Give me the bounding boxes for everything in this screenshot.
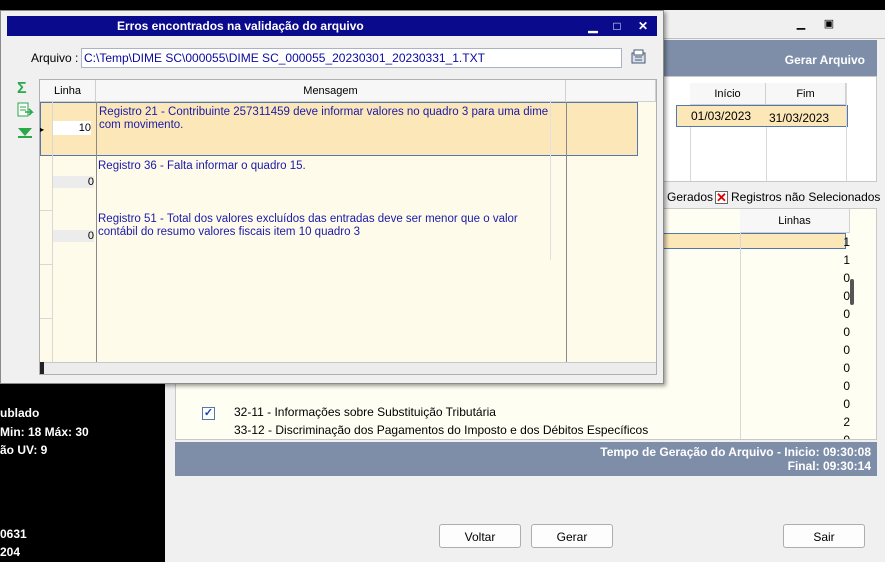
record-line-count: 0 (843, 307, 850, 321)
console-line-2: Min: 18 Máx: 30 (0, 425, 89, 439)
record-line-count: 1 (843, 235, 850, 249)
col-header-inicio[interactable]: Início (690, 83, 766, 105)
record-line-count: 2 (843, 415, 850, 429)
error-row-3[interactable]: 0 Registro 51 - Total dos valores excluí… (40, 210, 638, 264)
open-file-icon[interactable] (630, 48, 648, 66)
col-header-linhas[interactable]: Linhas (740, 209, 850, 233)
record-line-count: 0 (843, 325, 850, 339)
record-line-count: 0 (843, 379, 850, 393)
sum-icon[interactable]: Σ (17, 81, 27, 97)
errors-grid[interactable]: Linha Mensagem 10 Registro 21 - Contribu… (39, 79, 657, 375)
file-label: Arquivo : (31, 51, 79, 65)
period-fim: 31/03/2023 (769, 111, 830, 125)
error-row-1[interactable]: 10 Registro 21 - Contribuinte 257311459 … (40, 102, 638, 156)
record-line-count: 0 (843, 361, 850, 375)
export-icon[interactable] (16, 101, 34, 119)
record-line-count: 0 (843, 343, 850, 357)
dialog-close-icon[interactable]: ✕ (635, 19, 651, 33)
row-checkbox-32-11[interactable]: ✓ (202, 407, 215, 420)
generation-start-time: Tempo de Geração do Arquivo - Inicio: 09… (600, 445, 871, 459)
error-row-3-mensagem: Registro 51 - Total dos valores excluído… (98, 213, 518, 238)
record-row-33-12[interactable]: 33-12 - Discriminação dos Pagamentos do … (234, 423, 648, 437)
legend-generated: Gerados (667, 190, 714, 204)
record-line-count: 0 (843, 397, 850, 411)
console-line-4: 0631 (0, 527, 27, 541)
error-row-2[interactable]: 0 Registro 36 - Falta informar o quadro … (40, 156, 638, 210)
maximize-icon[interactable]: ▣ (821, 17, 837, 31)
header-title: Gerar Arquivo (784, 53, 865, 67)
record-line-count: 0 (843, 433, 850, 440)
error-row-2-linha: 0 (87, 176, 94, 188)
error-row-1-mensagem: Registro 21 - Contribuinte 257311459 dev… (99, 106, 549, 131)
file-path-field[interactable]: C:\Temp\DIME SC\000055\DIME SC_000055_20… (81, 48, 622, 68)
dialog-minimize-icon[interactable]: ▁ (585, 19, 601, 33)
col-header-mensagem[interactable]: Mensagem (96, 80, 566, 102)
records-scrollbar-thumb[interactable] (850, 279, 854, 305)
gerar-button[interactable]: Gerar (531, 524, 613, 548)
dialog-titlebar: Erros encontrados na validação do arquiv… (7, 16, 657, 36)
not-selected-x-icon: ✕ (715, 190, 728, 205)
col-header-linha[interactable]: Linha (40, 80, 96, 102)
errors-horizontal-scrollbar[interactable] (40, 362, 656, 374)
generation-time-bar: Tempo de Geração do Arquivo - Inicio: 09… (175, 442, 877, 476)
sair-button[interactable]: Sair (783, 524, 865, 548)
current-row-pointer-icon: ▶ (40, 125, 44, 134)
legend-not-selected: Registros não Selecionados (731, 190, 881, 204)
dialog-title: Erros encontrados na validação do arquiv… (117, 19, 364, 33)
console-line-3: ão UV: 9 (0, 443, 48, 457)
record-row-32-11[interactable]: 32-11 - Informações sobre Substituição T… (234, 405, 496, 419)
validation-errors-dialog: Erros encontrados na validação do arquiv… (0, 10, 664, 384)
voltar-button[interactable]: Voltar (439, 524, 521, 548)
record-line-count: 0 (843, 271, 850, 285)
error-row-3-linha: 0 (87, 230, 94, 242)
console-line-5: 204 (0, 545, 21, 559)
console-line-1: ublado (0, 406, 40, 420)
period-inicio: 01/03/2023 (691, 109, 752, 123)
error-row-1-linha: 10 (78, 122, 91, 134)
col-header-fim[interactable]: Fim (766, 83, 846, 105)
minimize-icon[interactable]: ▁ (793, 17, 809, 31)
record-line-count: 0 (843, 289, 850, 303)
generation-end-time: Final: 09:30:14 (787, 459, 871, 473)
dialog-maximize-icon[interactable]: □ (609, 19, 625, 33)
move-last-icon[interactable] (16, 125, 34, 139)
error-row-2-mensagem: Registro 36 - Falta informar o quadro 15… (98, 160, 306, 172)
period-row[interactable]: 01/03/2023 31/03/2023 (676, 105, 848, 127)
record-line-count: 1 (843, 253, 850, 267)
